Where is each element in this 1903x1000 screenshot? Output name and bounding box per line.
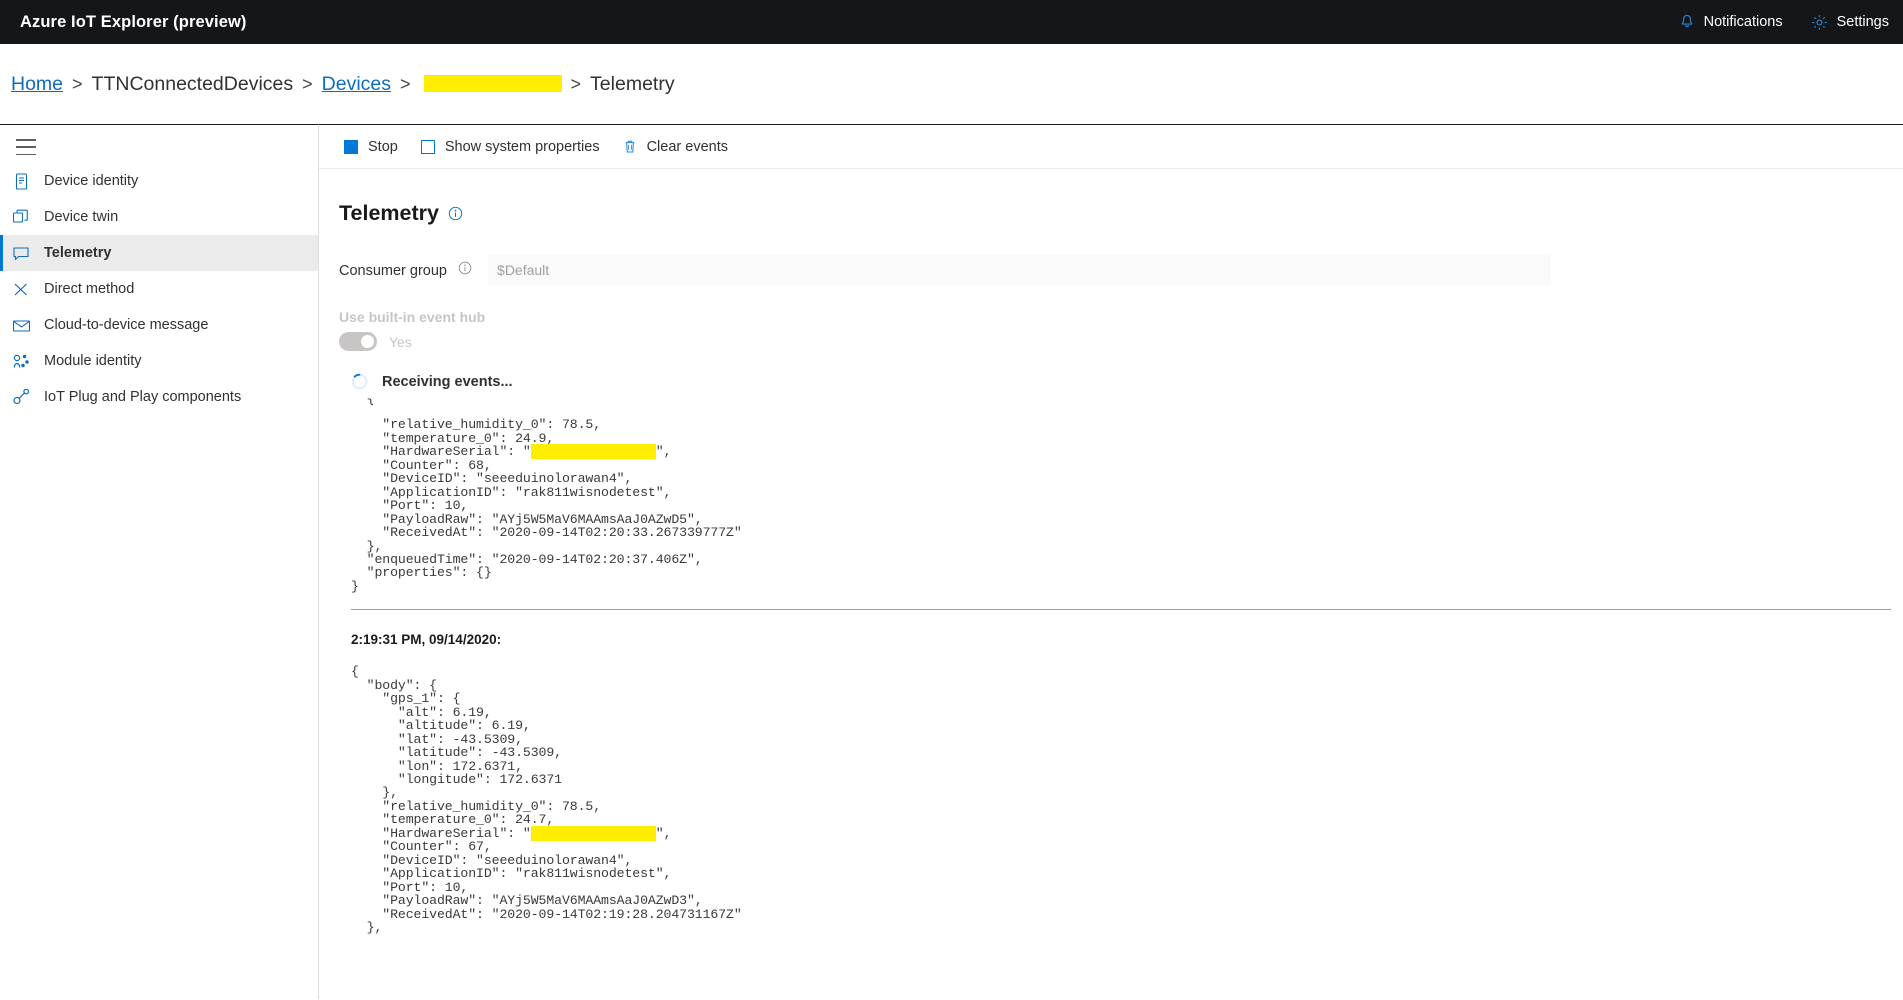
breadcrumb-devices[interactable]: Devices — [322, 73, 391, 96]
plug-and-play-icon — [10, 389, 32, 406]
event-hub-toggle-row: Yes — [339, 332, 1903, 351]
telemetry-icon — [10, 245, 32, 262]
sidebar-item-label: Cloud-to-device message — [44, 317, 208, 333]
settings-button[interactable]: Settings — [1797, 0, 1903, 44]
gear-icon — [1811, 14, 1828, 31]
breadcrumb-home[interactable]: Home — [11, 73, 63, 96]
event-divider — [351, 609, 1891, 610]
bell-icon — [1679, 14, 1695, 30]
sidebar-item-telemetry[interactable]: Telemetry — [0, 235, 318, 271]
consumer-group-label-text: Consumer group — [339, 263, 447, 279]
sidebar-item-label: Device twin — [44, 209, 118, 225]
checkbox-icon — [420, 139, 436, 155]
stop-label: Stop — [368, 139, 398, 155]
sidebar-item-label: Device identity — [44, 173, 138, 189]
notifications-label: Notifications — [1704, 14, 1783, 30]
receiving-status-text: Receiving events... — [382, 374, 513, 390]
breadcrumb-separator: > — [72, 74, 83, 95]
breadcrumb-separator: > — [302, 74, 313, 95]
event-timestamp: 2:19:31 PM, 09/14/2020: — [351, 632, 1903, 647]
breadcrumb-hub: TTNConnectedDevices — [92, 73, 294, 96]
consumer-group-input[interactable]: $Default — [488, 254, 1551, 285]
app-header: Azure IoT Explorer (preview) Notificatio… — [0, 0, 1903, 44]
breadcrumb-separator: > — [400, 74, 411, 95]
direct-method-icon — [10, 281, 32, 298]
show-system-properties-label: Show system properties — [445, 139, 600, 155]
sidebar: Device identity Device twin Telemetry Di… — [0, 124, 318, 1000]
redaction-mark: XXXXXXXXXXXXXXXX — [531, 826, 656, 841]
clear-events-label: Clear events — [647, 139, 728, 155]
show-system-properties-checkbox[interactable]: Show system properties — [420, 139, 600, 155]
telemetry-panel: Telemetry Consumer group — [319, 169, 1903, 934]
sidebar-item-label: Module identity — [44, 353, 142, 369]
event-stream[interactable]: }, "relative_humidity_0": 78.5, "tempera… — [339, 398, 1903, 934]
consumer-group-label: Consumer group — [339, 261, 472, 279]
info-icon[interactable] — [448, 206, 463, 221]
main-panel: Stop Show system properties Clear events… — [318, 124, 1903, 999]
breadcrumb-separator: > — [571, 74, 582, 95]
stop-button[interactable]: Stop — [343, 139, 398, 155]
envelope-icon — [10, 318, 32, 333]
header-actions: Notifications Settings — [1665, 0, 1903, 44]
device-twin-icon — [10, 209, 32, 226]
breadcrumb-current: Telemetry — [590, 73, 675, 96]
stop-icon — [343, 139, 359, 155]
trash-icon — [622, 139, 638, 155]
sidebar-item-iot-plug-and-play-components[interactable]: IoT Plug and Play components — [0, 379, 318, 415]
app-title: Azure IoT Explorer (preview) — [20, 13, 247, 32]
sidebar-item-label: IoT Plug and Play components — [44, 389, 241, 405]
page-title: Telemetry — [339, 201, 1903, 226]
event-json: }, "relative_humidity_0": 78.5, "tempera… — [351, 398, 1903, 593]
sidebar-item-direct-method[interactable]: Direct method — [0, 271, 318, 307]
redaction-mark — [424, 75, 562, 92]
notifications-button[interactable]: Notifications — [1665, 0, 1797, 44]
receiving-status: Receiving events... — [351, 373, 1903, 390]
loading-spinner-icon — [351, 373, 368, 390]
settings-label: Settings — [1837, 14, 1889, 30]
module-identity-icon — [10, 353, 32, 370]
sidebar-item-cloud-to-device-message[interactable]: Cloud-to-device message — [0, 307, 318, 343]
sidebar-item-device-twin[interactable]: Device twin — [0, 199, 318, 235]
page-title-text: Telemetry — [339, 201, 439, 226]
event-hub-toggle-value: Yes — [389, 334, 412, 350]
event-entry: }, "relative_humidity_0": 78.5, "tempera… — [339, 398, 1903, 593]
breadcrumb-device-id[interactable] — [420, 73, 562, 96]
clear-events-button[interactable]: Clear events — [622, 139, 728, 155]
breadcrumb: Home > TTNConnectedDevices > Devices > >… — [0, 44, 1903, 124]
event-hub-toggle[interactable] — [339, 332, 377, 351]
sidebar-item-label: Telemetry — [44, 245, 111, 261]
sidebar-item-device-identity[interactable]: Device identity — [0, 163, 318, 199]
nav-collapse-icon[interactable] — [16, 139, 36, 155]
command-bar: Stop Show system properties Clear events — [319, 125, 1903, 169]
info-icon[interactable] — [458, 261, 472, 275]
event-json: { "body": { "gps_1": { "alt": 6.19, "alt… — [351, 665, 1903, 934]
event-entry: 2:19:31 PM, 09/14/2020: { "body": { "gps… — [339, 632, 1903, 934]
consumer-group-row: Consumer group $Default — [339, 254, 1903, 285]
sidebar-item-label: Direct method — [44, 281, 134, 297]
redaction-mark: XXXXXXXXXXXXXXXX — [531, 444, 656, 459]
event-hub-label: Use built-in event hub — [339, 309, 1903, 325]
sidebar-item-module-identity[interactable]: Module identity — [0, 343, 318, 379]
device-identity-icon — [10, 173, 32, 190]
